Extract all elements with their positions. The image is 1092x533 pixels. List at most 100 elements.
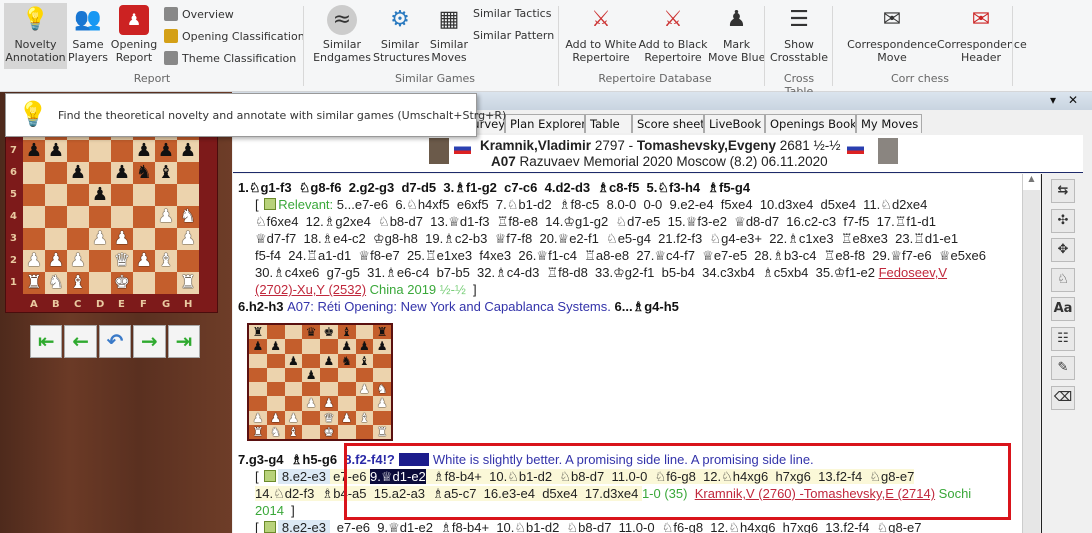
black-bishop-icon[interactable]: ♝ [158, 162, 174, 183]
close-icon[interactable]: ✕ [1068, 93, 1078, 107]
square[interactable] [111, 184, 133, 206]
move-text[interactable]: 6.h2-h3 [238, 299, 287, 314]
black-pawn-icon[interactable]: ♟ [158, 140, 174, 161]
move-text[interactable]: f5-f4 24.♖a1-d1 ♕f8-e7 25.♖e1xe3 f4xe3 2… [255, 248, 986, 263]
player-link[interactable]: (2702)-Xu,Y (2532) [255, 282, 366, 297]
white-knight-icon[interactable]: ♞ [48, 272, 64, 293]
square[interactable]: ♟ [111, 228, 133, 250]
toolbar-button-icon[interactable]: ✥ [1051, 238, 1075, 262]
square[interactable] [155, 228, 177, 250]
novelty-annotation-button[interactable]: 💡 Novelty Annotation [4, 3, 67, 69]
black-pawn-icon[interactable]: ♟ [180, 140, 196, 161]
square[interactable] [155, 272, 177, 294]
square[interactable] [133, 228, 155, 250]
move-text[interactable]: ♕d7-f7 18.♗e4-c2 ♔g8-h8 19.♗c2-b3 ♕f7-f8… [255, 231, 958, 246]
move-text[interactable]: [ [255, 469, 262, 484]
square[interactable] [89, 206, 111, 228]
correspondence-move-button[interactable]: ✉ Correspondence Move [847, 3, 937, 69]
add-to-black-repertoire-button[interactable]: ⚔ Add to Black Repertoire [638, 3, 708, 69]
square[interactable] [23, 206, 45, 228]
show-crosstable-button[interactable]: ☰ Show Crosstable [768, 3, 830, 69]
square[interactable] [111, 140, 133, 162]
black-pawn-icon[interactable]: ♟ [70, 162, 86, 183]
tab-table[interactable]: Table [585, 114, 632, 133]
toolbar-button-icon[interactable]: ⇆ [1051, 179, 1075, 203]
square[interactable] [23, 184, 45, 206]
overview-button[interactable]: Overview [164, 7, 234, 21]
square[interactable]: ♟ [155, 206, 177, 228]
square[interactable]: ♟ [89, 228, 111, 250]
theme-classification-button[interactable]: Theme Classification [164, 51, 296, 65]
square[interactable] [177, 184, 199, 206]
square[interactable]: ♜ [23, 272, 45, 294]
tab-my-moves[interactable]: My Moves [856, 114, 922, 133]
square[interactable]: ♟ [155, 140, 177, 162]
toolbar-button-icon[interactable]: Aa [1051, 297, 1075, 321]
white-pawn-icon[interactable]: ♟ [92, 228, 108, 249]
square[interactable] [23, 228, 45, 250]
square[interactable] [67, 140, 89, 162]
square[interactable] [67, 206, 89, 228]
square[interactable] [45, 206, 67, 228]
pane-menu-icon[interactable]: ▾ [1050, 93, 1056, 107]
tab-livebook[interactable]: LiveBook [704, 114, 765, 133]
square[interactable]: ♞ [133, 162, 155, 184]
move-text[interactable]: 30.♗c4xe6 g7-g5 31.♗e6-c4 b7-b5 32.♗c4-d… [255, 265, 879, 280]
similar-endgames-button[interactable]: ≈ Similar Endgames [311, 3, 373, 69]
black-pawn-icon[interactable]: ♟ [114, 162, 130, 183]
move-text[interactable]: 8.e2-e3 [278, 520, 330, 533]
scrollbar[interactable]: ▲ [1022, 174, 1040, 533]
next-move-button[interactable]: → [133, 325, 166, 358]
square[interactable]: ♟ [23, 140, 45, 162]
square[interactable]: ♞ [177, 206, 199, 228]
white-bishop-icon[interactable]: ♝ [70, 272, 86, 293]
collapse-icon[interactable] [264, 198, 277, 210]
square[interactable]: ♚ [111, 272, 133, 294]
tab-openings-book[interactable]: Openings Book [765, 114, 856, 133]
opening-classification-button[interactable]: Opening Classification [164, 29, 305, 43]
white-pawn-icon[interactable]: ♟ [70, 250, 86, 271]
white-pawn-icon[interactable]: ♟ [136, 250, 152, 271]
square[interactable] [67, 228, 89, 250]
square[interactable] [111, 206, 133, 228]
move-text[interactable]: ♘f6xe4 12.♗g2xe4 ♘b8-d7 13.♕d1-f3 ♖f8-e8… [255, 214, 936, 229]
move-text[interactable]: e7-e6 9.♕d1-e2 ♗f8-b4+ 10.♘b1-d2 ♘b8-d7 … [330, 520, 922, 533]
white-pawn-icon[interactable]: ♟ [114, 228, 130, 249]
black-pawn-icon[interactable]: ♟ [92, 184, 108, 205]
square[interactable]: ♟ [133, 250, 155, 272]
first-move-button[interactable]: ⇤ [30, 325, 63, 358]
similar-pattern-button[interactable]: Similar Pattern [473, 29, 554, 42]
move-text[interactable]: ] [466, 282, 477, 297]
square[interactable] [45, 228, 67, 250]
white-pawn-icon[interactable]: ♟ [180, 228, 196, 249]
square[interactable] [177, 250, 199, 272]
square[interactable]: ♟ [23, 250, 45, 272]
move-text[interactable]: 1.♘g1-f3 ♘g8-f6 2.g2-g3 d7-d5 3.♗f1-g2 c… [238, 180, 750, 195]
player-link[interactable]: Fedoseev,V [879, 265, 947, 280]
white-rook-icon[interactable]: ♜ [180, 272, 196, 293]
toolbar-button-icon[interactable]: ☷ [1051, 326, 1075, 351]
add-to-white-repertoire-button[interactable]: ⚔ Add to White Repertoire [564, 3, 638, 69]
collapse-icon[interactable] [264, 470, 277, 482]
square[interactable] [133, 206, 155, 228]
white-pawn-icon[interactable]: ♟ [158, 206, 174, 227]
tab-score-sheet[interactable]: Score sheet [632, 114, 704, 133]
previous-move-button[interactable]: ← [64, 325, 97, 358]
mark-move-blue-button[interactable]: ♟ Mark Move Blue [708, 3, 765, 69]
square[interactable] [23, 162, 45, 184]
square[interactable] [45, 162, 67, 184]
similar-tactics-button[interactable]: Similar Tactics [473, 7, 551, 20]
square[interactable]: ♜ [177, 272, 199, 294]
same-players-button[interactable]: 👥 Same Players [68, 3, 108, 69]
square[interactable]: ♟ [67, 250, 89, 272]
square[interactable] [133, 184, 155, 206]
opening-report-button[interactable]: ♟ Opening Report [109, 3, 159, 69]
square[interactable]: ♟ [45, 140, 67, 162]
black-pawn-icon[interactable]: ♟ [26, 140, 42, 161]
white-king-icon[interactable]: ♚ [114, 272, 130, 293]
move-text[interactable]: [ [255, 520, 262, 533]
move-text[interactable]: 6...♗g4-h5 [614, 299, 678, 314]
move-text[interactable]: 7.g3-g4 ♗h5-g6 [238, 452, 344, 467]
toolbar-button-icon[interactable]: ✣ [1051, 208, 1075, 233]
square[interactable] [89, 250, 111, 272]
